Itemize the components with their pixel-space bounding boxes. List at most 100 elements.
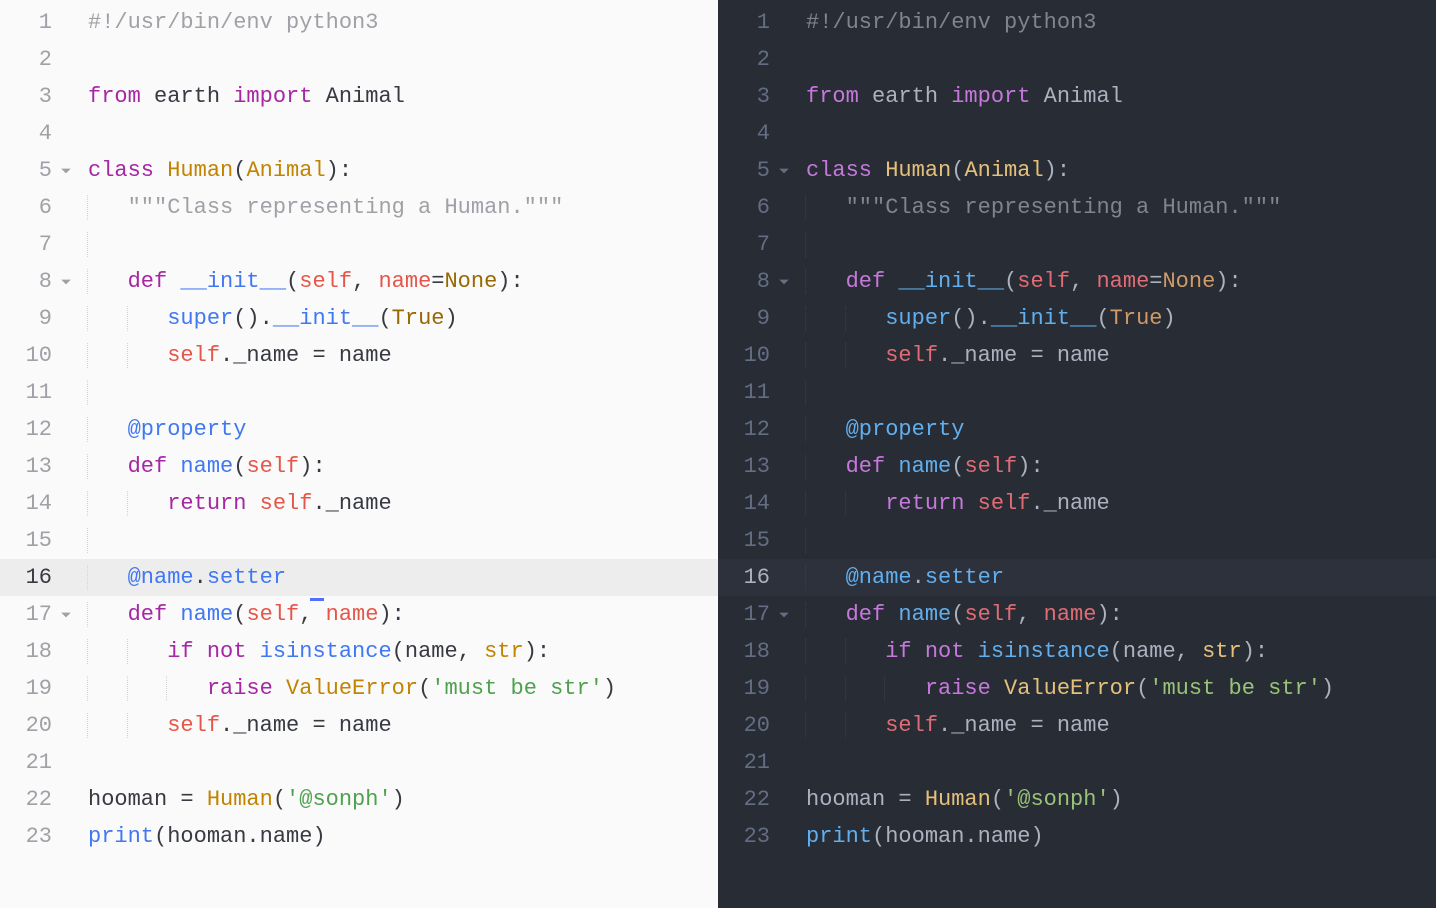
code-line-4[interactable]: 4	[0, 115, 718, 152]
code-line-21[interactable]: 21	[0, 744, 718, 781]
code-line-23[interactable]: 23print(hooman.name)	[718, 818, 1436, 855]
code-line-1[interactable]: 1#!/usr/bin/env python3	[0, 4, 718, 41]
code-line-21[interactable]: 21	[718, 744, 1436, 781]
code-content[interactable]	[798, 226, 1436, 263]
code-content[interactable]: @property	[798, 411, 1436, 448]
fold-gutter[interactable]	[778, 263, 798, 300]
fold-gutter[interactable]	[60, 152, 80, 189]
code-content[interactable]: """Class representing a Human."""	[798, 189, 1436, 226]
code-content[interactable]: return self._name	[798, 485, 1436, 522]
code-content[interactable]	[798, 374, 1436, 411]
code-line-6[interactable]: 6 """Class representing a Human."""	[0, 189, 718, 226]
code-line-10[interactable]: 10 self._name = name	[718, 337, 1436, 374]
code-line-5[interactable]: 5class Human(Animal):	[0, 152, 718, 189]
code-content[interactable]	[80, 41, 718, 78]
code-content[interactable]: if not isinstance(name, str):	[80, 633, 718, 670]
code-line-6[interactable]: 6 """Class representing a Human."""	[718, 189, 1436, 226]
code-content[interactable]: def __init__(self, name=None):	[80, 263, 718, 300]
code-line-17[interactable]: 17 def name(self, name):	[718, 596, 1436, 633]
code-line-18[interactable]: 18 if not isinstance(name, str):	[0, 633, 718, 670]
fold-gutter[interactable]	[60, 263, 80, 300]
code-line-2[interactable]: 2	[0, 41, 718, 78]
code-content[interactable]: def name(self, name):	[80, 596, 718, 633]
code-content[interactable]	[80, 226, 718, 263]
code-content[interactable]: self._name = name	[80, 337, 718, 374]
code-content[interactable]	[80, 374, 718, 411]
code-content[interactable]	[80, 522, 718, 559]
code-content[interactable]: raise ValueError('must be str')	[80, 670, 718, 707]
code-line-5[interactable]: 5class Human(Animal):	[718, 152, 1436, 189]
code-content[interactable]: print(hooman.name)	[80, 818, 718, 855]
code-content[interactable]: def __init__(self, name=None):	[798, 263, 1436, 300]
code-line-11[interactable]: 11	[0, 374, 718, 411]
code-content[interactable]: if not isinstance(name, str):	[798, 633, 1436, 670]
code-content[interactable]: raise ValueError('must be str')	[798, 670, 1436, 707]
code-content[interactable]	[80, 115, 718, 152]
code-content[interactable]: def name(self, name):	[798, 596, 1436, 633]
code-content[interactable]: super().__init__(True)	[80, 300, 718, 337]
code-line-11[interactable]: 11	[718, 374, 1436, 411]
code-line-12[interactable]: 12 @property	[718, 411, 1436, 448]
code-line-2[interactable]: 2	[718, 41, 1436, 78]
code-content[interactable]: def name(self):	[798, 448, 1436, 485]
code-content[interactable]: """Class representing a Human."""	[80, 189, 718, 226]
code-content[interactable]: @name.setter	[798, 559, 1436, 596]
fold-gutter[interactable]	[60, 596, 80, 633]
code-line-8[interactable]: 8 def __init__(self, name=None):	[718, 263, 1436, 300]
code-line-14[interactable]: 14 return self._name	[0, 485, 718, 522]
code-content[interactable]	[798, 115, 1436, 152]
code-line-18[interactable]: 18 if not isinstance(name, str):	[718, 633, 1436, 670]
code-content[interactable]	[798, 41, 1436, 78]
code-content[interactable]: hooman = Human('@sonph')	[80, 781, 718, 818]
code-content[interactable]: @property	[80, 411, 718, 448]
code-content[interactable]: self._name = name	[798, 707, 1436, 744]
code-line-13[interactable]: 13 def name(self):	[718, 448, 1436, 485]
code-line-1[interactable]: 1#!/usr/bin/env python3	[718, 4, 1436, 41]
code-line-20[interactable]: 20 self._name = name	[718, 707, 1436, 744]
code-line-19[interactable]: 19 raise ValueError('must be str')	[718, 670, 1436, 707]
code-line-19[interactable]: 19 raise ValueError('must be str')	[0, 670, 718, 707]
code-content[interactable]: from earth import Animal	[80, 78, 718, 115]
code-line-17[interactable]: 17 def name(self, name):	[0, 596, 718, 633]
editor-pane-light[interactable]: 1#!/usr/bin/env python323from earth impo…	[0, 0, 718, 908]
code-line-15[interactable]: 15	[718, 522, 1436, 559]
code-line-13[interactable]: 13 def name(self):	[0, 448, 718, 485]
code-content[interactable]: #!/usr/bin/env python3	[80, 4, 718, 41]
code-line-7[interactable]: 7	[718, 226, 1436, 263]
code-content[interactable]: def name(self):	[80, 448, 718, 485]
code-content[interactable]	[798, 744, 1436, 781]
code-line-12[interactable]: 12 @property	[0, 411, 718, 448]
code-line-10[interactable]: 10 self._name = name	[0, 337, 718, 374]
code-content[interactable]: @name.setter	[80, 559, 718, 596]
code-content[interactable]	[798, 522, 1436, 559]
code-content[interactable]: #!/usr/bin/env python3	[798, 4, 1436, 41]
code-line-15[interactable]: 15	[0, 522, 718, 559]
code-line-8[interactable]: 8 def __init__(self, name=None):	[0, 263, 718, 300]
code-line-20[interactable]: 20 self._name = name	[0, 707, 718, 744]
code-content[interactable]: return self._name	[80, 485, 718, 522]
code-content[interactable]: hooman = Human('@sonph')	[798, 781, 1436, 818]
code-content[interactable]: self._name = name	[798, 337, 1436, 374]
fold-gutter[interactable]	[778, 152, 798, 189]
editor-pane-dark[interactable]: 1#!/usr/bin/env python323from earth impo…	[718, 0, 1436, 908]
fold-gutter[interactable]	[778, 596, 798, 633]
code-content[interactable]: from earth import Animal	[798, 78, 1436, 115]
code-content[interactable]: print(hooman.name)	[798, 818, 1436, 855]
code-content[interactable]: class Human(Animal):	[798, 152, 1436, 189]
code-line-22[interactable]: 22hooman = Human('@sonph')	[718, 781, 1436, 818]
code-line-16[interactable]: 16 @name.setter	[0, 559, 718, 596]
code-line-16[interactable]: 16 @name.setter	[718, 559, 1436, 596]
code-line-9[interactable]: 9 super().__init__(True)	[718, 300, 1436, 337]
code-line-7[interactable]: 7	[0, 226, 718, 263]
code-content[interactable]: super().__init__(True)	[798, 300, 1436, 337]
code-line-23[interactable]: 23print(hooman.name)	[0, 818, 718, 855]
code-line-3[interactable]: 3from earth import Animal	[0, 78, 718, 115]
code-line-22[interactable]: 22hooman = Human('@sonph')	[0, 781, 718, 818]
code-content[interactable]	[80, 744, 718, 781]
code-line-14[interactable]: 14 return self._name	[718, 485, 1436, 522]
code-content[interactable]: self._name = name	[80, 707, 718, 744]
code-line-3[interactable]: 3from earth import Animal	[718, 78, 1436, 115]
code-content[interactable]: class Human(Animal):	[80, 152, 718, 189]
code-line-4[interactable]: 4	[718, 115, 1436, 152]
code-line-9[interactable]: 9 super().__init__(True)	[0, 300, 718, 337]
